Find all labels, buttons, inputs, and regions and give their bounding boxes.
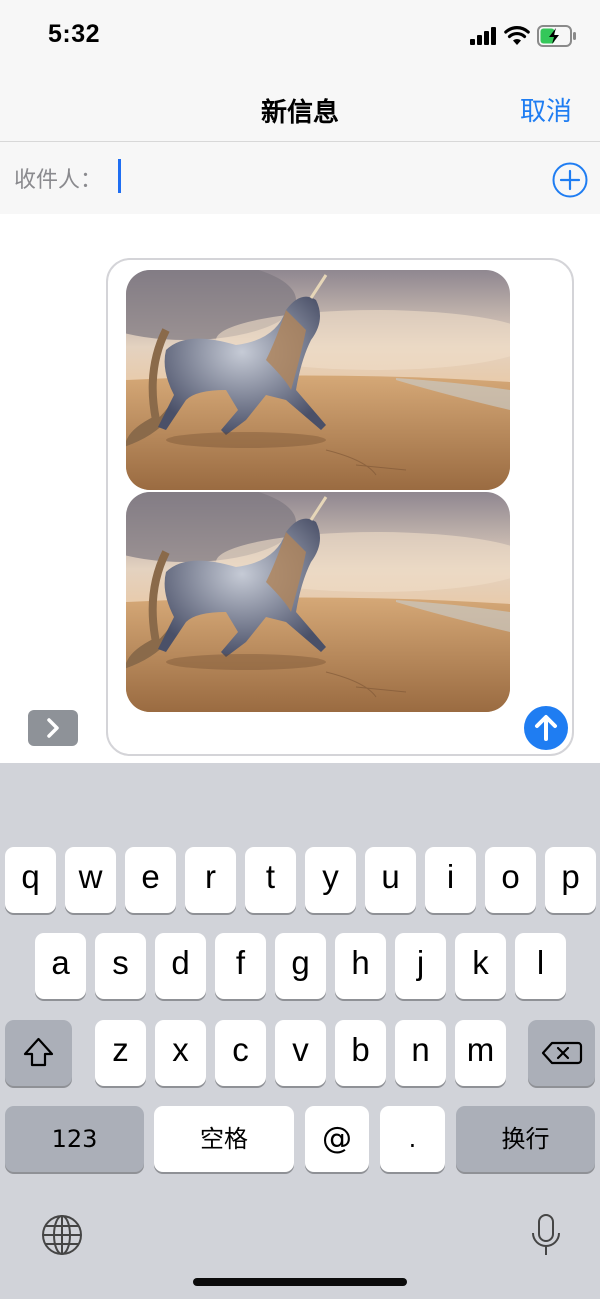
period-key[interactable]: . [380,1106,445,1172]
return-key[interactable]: 换行 [456,1106,595,1172]
recipient-label: 收件人： [14,168,103,193]
status-bar: 5:32 [0,0,600,80]
shift-icon [23,1037,54,1067]
key-t[interactable]: t [245,847,296,913]
key-d[interactable]: d [155,933,206,999]
add-contact-icon[interactable] [552,162,588,198]
unicorn-on-beach-image [126,492,510,712]
key-n[interactable]: n [395,1020,446,1086]
image-attachment[interactable] [126,492,510,712]
expand-apps-button[interactable] [28,710,78,746]
chevron-right-icon [47,718,59,738]
wifi-icon [504,26,530,45]
key-o[interactable]: o [485,847,536,913]
home-indicator [193,1278,407,1286]
key-e[interactable]: e [125,847,176,913]
key-l[interactable]: l [515,933,566,999]
send-button[interactable] [524,706,568,750]
keyboard: q w e r t y u i o p a s d f g h j k l z … [0,763,600,1299]
key-p[interactable]: p [545,847,596,913]
delete-key[interactable] [528,1020,595,1086]
at-key[interactable]: @ [305,1106,369,1172]
microphone-icon[interactable] [528,1213,564,1257]
key-u[interactable]: u [365,847,416,913]
backspace-icon [541,1041,583,1065]
key-i[interactable]: i [425,847,476,913]
key-j[interactable]: j [395,933,446,999]
key-f[interactable]: f [215,933,266,999]
key-w[interactable]: w [65,847,116,913]
unicorn-on-beach-image [126,270,510,490]
cellular-signal-icon [470,27,496,45]
key-c[interactable]: c [215,1020,266,1086]
numbers-key[interactable]: 123 [5,1106,144,1172]
arrow-up-icon [535,715,557,741]
key-h[interactable]: h [335,933,386,999]
key-z[interactable]: z [95,1020,146,1086]
cancel-button[interactable]: 取消 [520,91,572,128]
page-title: 新信息 [260,98,339,128]
space-key[interactable]: 空格 [154,1106,294,1172]
nav-bar: 新信息 取消 [0,80,600,142]
globe-icon[interactable] [40,1213,84,1257]
key-s[interactable]: s [95,933,146,999]
key-m[interactable]: m [455,1020,506,1086]
key-x[interactable]: x [155,1020,206,1086]
key-a[interactable]: a [35,933,86,999]
key-k[interactable]: k [455,933,506,999]
shift-key[interactable] [5,1020,72,1086]
image-attachment[interactable] [126,270,510,490]
key-b[interactable]: b [335,1020,386,1086]
key-v[interactable]: v [275,1020,326,1086]
recipient-row: 收件人： [0,142,600,214]
status-time: 5:32 [48,20,101,48]
key-y[interactable]: y [305,847,356,913]
key-r[interactable]: r [185,847,236,913]
battery-charging-icon [537,25,576,47]
key-q[interactable]: q [5,847,56,913]
text-cursor [118,159,121,193]
key-g[interactable]: g [275,933,326,999]
recipient-input[interactable] [116,158,536,198]
